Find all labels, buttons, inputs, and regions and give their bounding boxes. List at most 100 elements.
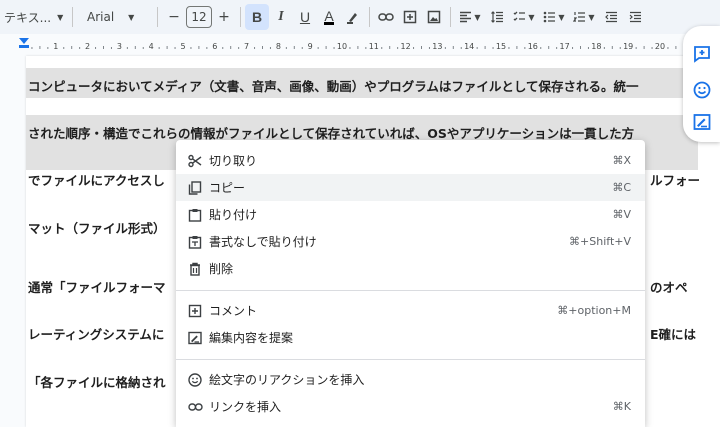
align-dropdown[interactable]: ▼ <box>455 4 485 30</box>
bulleted-list-icon <box>544 11 556 23</box>
insert-link-button[interactable] <box>374 4 398 30</box>
menu-item-comment[interactable]: コメント ⌘+option+M <box>176 297 645 324</box>
menu-item-copy[interactable]: コピー ⌘C <box>176 174 645 201</box>
menu-item-label: リンクを挿入 <box>209 400 282 414</box>
paste-plain-icon <box>187 234 203 250</box>
context-menu: 切り取り ⌘X コピー ⌘C 貼り付け ⌘V 書式なしで貼り付け ⌘+Shift… <box>176 140 645 427</box>
ruler-number: 19 <box>623 42 633 51</box>
emoji-icon <box>187 372 203 388</box>
document-line[interactable]: でファイルにアクセスし <box>28 170 165 189</box>
menu-item-paste[interactable]: 貼り付け ⌘V <box>176 201 645 228</box>
font-family-label: Arial <box>87 10 115 24</box>
trash-icon <box>187 261 203 277</box>
menu-divider <box>176 290 645 291</box>
chevron-down-icon: ▼ <box>588 12 595 22</box>
menu-item-label: 切り取り <box>209 154 258 168</box>
menu-item-label: コピー <box>209 181 246 195</box>
ruler-number: 13 <box>432 42 442 51</box>
decrease-font-size-button[interactable]: − <box>162 4 186 30</box>
chevron-down-icon: ▼ <box>558 12 565 22</box>
document-line[interactable]: コンピュータにおいてメディア（文書、音声、画像、動画）やプログラムはファイルとし… <box>28 76 639 95</box>
increase-indent-icon <box>629 11 641 23</box>
menu-item-suggest-edit[interactable]: 編集内容を提案 <box>176 324 645 351</box>
ruler-number: 15 <box>496 42 506 51</box>
ruler-number: 14 <box>464 42 474 51</box>
menu-item-cut[interactable]: 切り取り ⌘X <box>176 147 645 174</box>
ruler-number: 10 <box>337 42 347 51</box>
ruler-number: 17 <box>560 42 570 51</box>
add-emoji-reaction-side-button[interactable] <box>692 80 712 100</box>
chevron-down-icon: ▼ <box>474 12 481 22</box>
paragraph-style-label: テキス... <box>4 10 52 25</box>
ruler-number: 9 <box>308 42 313 51</box>
toolbar-divider <box>240 7 241 27</box>
document-line[interactable]: マット（ファイル形式） <box>28 218 166 237</box>
numbered-list-icon <box>573 12 586 22</box>
suggest-edit-side-button[interactable] <box>692 112 712 132</box>
add-comment-button[interactable] <box>398 4 422 30</box>
italic-button[interactable]: I <box>269 4 293 30</box>
document-line[interactable]: 「各ファイルに格納され <box>28 372 166 391</box>
ruler-number: 12 <box>401 42 411 51</box>
paragraph-style-dropdown[interactable]: テキス... ▼ <box>0 4 68 30</box>
menu-item-insert-emoji-reaction[interactable]: 絵文字のリアクションを挿入 <box>176 366 645 393</box>
bulleted-list-dropdown[interactable]: ▼ <box>539 4 569 30</box>
link-icon <box>187 399 203 415</box>
menu-item-shortcut: ⌘+Shift+V <box>569 235 631 248</box>
chevron-down-icon: ▼ <box>57 12 64 22</box>
ruler-number: 5 <box>180 42 185 51</box>
toolbar-divider <box>72 7 73 27</box>
add-comment-side-button[interactable] <box>692 44 712 64</box>
menu-item-label: 編集内容を提案 <box>209 331 294 345</box>
chevron-down-icon: ▼ <box>128 12 135 22</box>
ruler-scale: 123456789101112131415161718192021 <box>19 38 717 51</box>
increase-indent-button[interactable] <box>623 4 647 30</box>
bold-button[interactable]: B <box>245 4 269 30</box>
highlighter-icon <box>347 13 357 24</box>
ruler-number: 16 <box>528 42 538 51</box>
text-color-button[interactable]: A <box>317 4 341 30</box>
toolbar-divider <box>369 7 370 27</box>
menu-item-label: 削除 <box>209 262 234 276</box>
document-line[interactable]: E確には <box>650 324 696 343</box>
suggest-edit-icon <box>693 114 711 130</box>
menu-item-shortcut: ⌘V <box>612 208 631 221</box>
line-spacing-icon <box>491 11 503 23</box>
link-icon <box>378 13 394 21</box>
scissors-icon <box>187 153 203 169</box>
formatting-toolbar: テキス... ▼ Arial ▼ − 12 + B I U A ▼ ▼ ▼ ▼ <box>0 0 720 34</box>
font-size-input[interactable]: 12 <box>186 6 212 28</box>
left-indent-marker[interactable] <box>19 38 29 44</box>
paste-icon <box>187 207 203 223</box>
document-line[interactable]: レーティングシステムに <box>28 324 164 343</box>
ruler-number: 7 <box>244 42 249 51</box>
increase-font-size-button[interactable]: + <box>212 4 236 30</box>
menu-item-label: 貼り付け <box>209 208 258 222</box>
line-spacing-button[interactable] <box>485 4 509 30</box>
highlight-color-button[interactable] <box>341 4 365 30</box>
numbered-list-dropdown[interactable]: ▼ <box>569 4 599 30</box>
decrease-indent-icon <box>604 11 617 23</box>
ruler-number: 1 <box>53 42 58 51</box>
add-comment-icon <box>187 303 203 319</box>
menu-item-delete[interactable]: 削除 <box>176 255 645 282</box>
first-line-indent-marker[interactable] <box>19 45 29 48</box>
menu-item-shortcut: ⌘+option+M <box>557 304 631 317</box>
menu-item-label: 絵文字のリアクションを挿入 <box>209 373 365 387</box>
menu-item-insert-link[interactable]: リンクを挿入 ⌘K <box>176 393 645 420</box>
menu-item-label: コメント <box>209 304 258 318</box>
document-line[interactable]: 通常「ファイルフォーマ <box>28 277 166 296</box>
align-left-icon <box>460 11 472 23</box>
horizontal-ruler[interactable]: 123456789101112131415161718192021 <box>0 34 720 56</box>
menu-divider <box>176 359 645 360</box>
underline-button[interactable]: U <box>293 4 317 30</box>
ruler-number: 8 <box>276 42 281 51</box>
menu-item-paste-without-formatting[interactable]: 書式なしで貼り付け ⌘+Shift+V <box>176 228 645 255</box>
ruler-number: 11 <box>369 42 379 51</box>
font-family-dropdown[interactable]: Arial ▼ <box>83 4 153 30</box>
document-line[interactable]: ルフォー <box>650 170 700 189</box>
decrease-indent-button[interactable] <box>599 4 623 30</box>
checklist-dropdown[interactable]: ▼ <box>509 4 539 30</box>
insert-image-button[interactable] <box>422 4 446 30</box>
document-line[interactable]: のオペ <box>650 277 688 296</box>
